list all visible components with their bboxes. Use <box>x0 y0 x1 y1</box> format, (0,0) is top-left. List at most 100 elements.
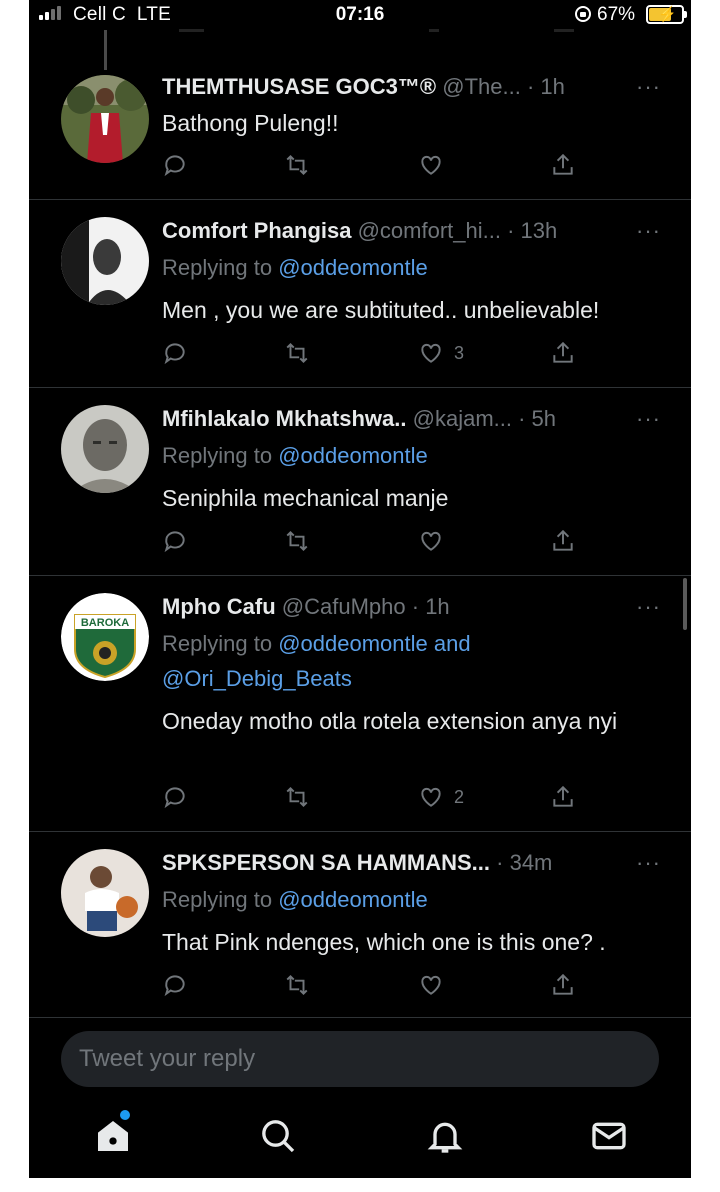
more-options-icon[interactable]: ··· <box>636 406 661 432</box>
bell-icon <box>427 1122 463 1153</box>
tweet-text: Men , you we are subtituted.. unbelievab… <box>162 297 600 323</box>
battery-percent: 67% <box>597 4 636 25</box>
retweet-action[interactable] <box>284 970 310 1000</box>
mail-icon <box>592 1122 626 1150</box>
retweet-action[interactable] <box>284 782 310 812</box>
tweet-time[interactable]: · 13h <box>507 218 557 243</box>
reply-action[interactable] <box>162 782 188 812</box>
replying-to: Replying to @oddeomontle and <box>162 631 471 656</box>
reply-icon <box>164 787 185 809</box>
mention-link[interactable]: @oddeomontle <box>278 887 428 912</box>
status-bar: Cell C LTE 07:16 67% ⚡ <box>29 0 691 32</box>
mention-link[interactable]: @oddeomontle <box>278 255 428 280</box>
tweet-time[interactable]: · 34m <box>496 850 552 875</box>
mention-link[interactable]: @oddeomontle <box>278 443 428 468</box>
user-handle[interactable]: @comfort_hi... <box>358 218 501 243</box>
retweet-action[interactable] <box>284 150 310 180</box>
reply-icon <box>164 155 185 177</box>
avatar[interactable] <box>61 405 149 493</box>
reply-input[interactable] <box>79 1031 639 1087</box>
tweet-time[interactable]: · 1h <box>527 74 565 99</box>
retweet-action[interactable] <box>284 526 310 556</box>
more-options-icon[interactable]: ··· <box>636 74 661 100</box>
display-name[interactable]: Comfort Phangisa <box>162 218 351 243</box>
reply-action[interactable] <box>162 970 188 1000</box>
tab-notifications[interactable] <box>425 1116 465 1156</box>
more-options-icon[interactable]: ··· <box>636 218 661 244</box>
more-options-icon[interactable]: ··· <box>636 594 661 620</box>
notification-dot <box>120 1110 130 1120</box>
like-action[interactable]: 2 <box>418 782 464 812</box>
retweet-action[interactable] <box>284 338 310 368</box>
tweet-actions: 2 <box>162 782 582 812</box>
display-name[interactable]: Mpho Cafu <box>162 594 276 619</box>
heart-icon <box>421 155 441 175</box>
retweet-icon <box>286 154 308 176</box>
display-name[interactable]: SPKSPERSON SA HAMMANS... <box>162 850 490 875</box>
share-icon <box>553 785 573 807</box>
tab-search[interactable] <box>258 1116 298 1156</box>
tweet-time[interactable]: · 1h <box>412 594 450 619</box>
avatar[interactable] <box>61 217 149 305</box>
like-action[interactable] <box>418 150 444 180</box>
replying-to: Replying to @oddeomontle <box>162 887 428 912</box>
mention-link[interactable]: @oddeomontle and <box>278 631 470 656</box>
bottom-tab-bar <box>29 1096 691 1178</box>
display-name[interactable]: THEMTHUSASE GOC3™® <box>162 74 436 99</box>
avatar[interactable] <box>61 849 149 937</box>
replying-to: Replying to @oddeomontle <box>162 255 428 280</box>
share-action[interactable] <box>550 338 576 368</box>
more-options-icon[interactable]: ··· <box>636 850 661 876</box>
reply-composer[interactable] <box>61 1031 659 1087</box>
share-action[interactable] <box>550 150 576 180</box>
home-icon <box>98 1121 128 1151</box>
display-name[interactable]: Mfihlakalo Mkhatshwa.. <box>162 406 407 431</box>
tab-home[interactable] <box>93 1116 133 1156</box>
mention-link[interactable]: @Ori_Debig_Beats <box>162 666 352 692</box>
tweet-text: Oneday motho otla rotela extension anya … <box>162 708 618 734</box>
heart-icon <box>421 787 441 807</box>
reply-tweet[interactable]: BAROKA Mpho Cafu @CafuMpho · 1h ··· Repl… <box>29 576 691 832</box>
reply-action[interactable] <box>162 526 188 556</box>
user-handle[interactable]: @The... <box>442 74 521 99</box>
like-count: 2 <box>454 786 465 807</box>
share-icon <box>553 153 573 175</box>
like-action[interactable] <box>418 526 444 556</box>
avatar[interactable] <box>61 75 149 163</box>
badge-text: BAROKA <box>81 617 129 629</box>
reply-icon <box>164 975 185 997</box>
reply-icon <box>164 343 185 365</box>
reply-action[interactable] <box>162 150 188 180</box>
reply-tweet[interactable]: THEMTHUSASE GOC3™® @The... · 1h ··· Bath… <box>29 60 691 200</box>
reply-tweet[interactable]: Mfihlakalo Mkhatshwa.. @kajam... · 5h ··… <box>29 388 691 576</box>
user-handle[interactable]: @kajam... <box>413 406 512 431</box>
share-action[interactable] <box>550 782 576 812</box>
share-action[interactable] <box>550 970 576 1000</box>
reply-icon <box>164 531 185 553</box>
replying-to: Replying to @oddeomontle <box>162 443 428 468</box>
tweet-text: Bathong Puleng!! <box>162 110 339 136</box>
tweet-actions <box>162 526 582 556</box>
status-time: 07:16 <box>335 4 385 25</box>
heart-icon <box>421 343 441 363</box>
retweet-icon <box>286 342 308 364</box>
retweet-icon <box>286 786 308 808</box>
reply-action[interactable] <box>162 338 188 368</box>
reply-tweet[interactable]: SPKSPERSON SA HAMMANS... · 34m ··· Reply… <box>29 832 691 1018</box>
scroll-indicator <box>683 578 687 630</box>
retweet-icon <box>286 974 308 996</box>
reply-tweet[interactable]: Comfort Phangisa @comfort_hi... · 13h ··… <box>29 200 691 388</box>
share-icon <box>553 973 573 995</box>
like-action[interactable] <box>418 970 444 1000</box>
avatar[interactable]: BAROKA <box>61 593 149 681</box>
tweet-text: Seniphila mechanical manje <box>162 485 449 511</box>
tweet-actions: 3 <box>162 338 582 368</box>
heart-icon <box>421 531 441 551</box>
share-action[interactable] <box>550 526 576 556</box>
user-handle[interactable]: @CafuMpho <box>282 594 406 619</box>
retweet-icon <box>286 530 308 552</box>
tweet-time[interactable]: · 5h <box>518 406 556 431</box>
search-icon <box>262 1120 295 1153</box>
tab-messages[interactable] <box>589 1116 629 1156</box>
like-action[interactable]: 3 <box>418 338 464 368</box>
